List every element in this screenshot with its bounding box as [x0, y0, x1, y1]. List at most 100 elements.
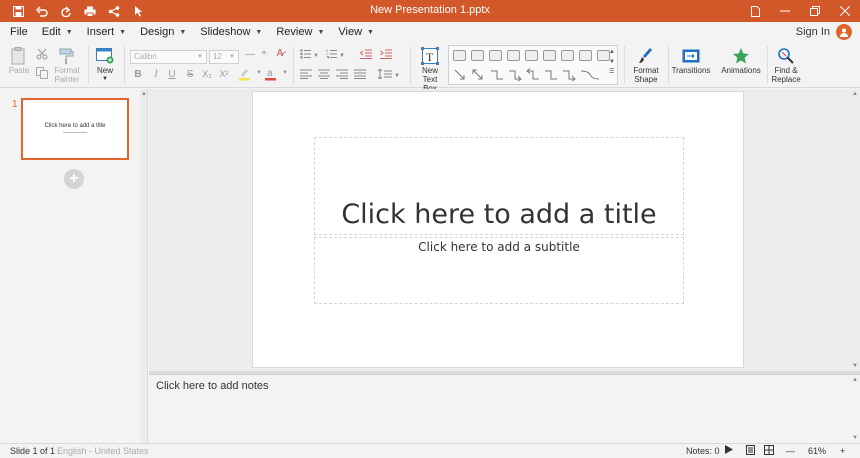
find-replace-button[interactable]: Find & Replace: [771, 46, 801, 84]
notes-count[interactable]: Notes: 0: [686, 446, 720, 456]
share-icon[interactable]: [102, 0, 126, 22]
format-shape-button[interactable]: Format Shape: [630, 46, 662, 84]
numbered-list-icon[interactable]: ▼: [326, 49, 344, 59]
scroll-up-icon[interactable]: ▲: [852, 91, 858, 97]
justify-icon[interactable]: [354, 69, 366, 79]
font-color-icon[interactable]: a: [264, 67, 278, 81]
highlight-icon[interactable]: [238, 67, 252, 81]
bullet-list-icon[interactable]: ▼: [300, 49, 318, 59]
cut-icon[interactable]: [36, 48, 48, 60]
new-slide-button[interactable]: New ▼: [94, 46, 116, 84]
rectangle-shape-icon[interactable]: [471, 50, 484, 61]
rectangle-shape-icon[interactable]: [561, 50, 574, 61]
quick-access-toolbar: [0, 0, 150, 22]
copy-icon[interactable]: [36, 67, 48, 79]
zoom-in-icon[interactable]: +: [840, 446, 845, 456]
animations-button[interactable]: Animations: [721, 46, 761, 75]
strikethrough-icon[interactable]: S: [183, 69, 197, 80]
decrease-font-icon[interactable]: —: [243, 49, 257, 60]
notes-placeholder[interactable]: Click here to add notes: [156, 380, 269, 392]
new-text-box-button[interactable]: T New Text Box: [415, 46, 445, 93]
divider: [124, 46, 125, 84]
zoom-level[interactable]: 61%: [808, 446, 826, 456]
menu-file-label: File: [10, 26, 28, 38]
rectangle-shape-icon[interactable]: [525, 50, 538, 61]
subscript-icon[interactable]: X₂: [200, 69, 214, 79]
format-painter-label-2: Painter: [54, 75, 80, 84]
menu-view[interactable]: View ▼: [338, 26, 374, 38]
font-size-select[interactable]: 12 ▼: [209, 50, 239, 64]
transitions-button[interactable]: Transitions: [672, 46, 710, 75]
slide-panel-scrollbar[interactable]: ▲: [140, 89, 147, 443]
divider: [668, 46, 669, 84]
menu-design[interactable]: Design ▼: [140, 26, 186, 38]
minimize-button[interactable]: [770, 0, 800, 22]
rectangle-shape-icon[interactable]: [597, 50, 610, 61]
play-icon[interactable]: [725, 445, 733, 456]
align-right-icon[interactable]: [336, 69, 348, 79]
notes-pane[interactable]: Click here to add notes ▲ ▼: [149, 374, 860, 443]
menu-insert[interactable]: Insert ▼: [87, 26, 126, 38]
chevron-down-icon: ▼: [102, 76, 108, 82]
divider: [293, 46, 294, 84]
scroll-down-icon[interactable]: ▼: [852, 363, 858, 369]
divider: [624, 46, 625, 84]
menu-design-label: Design: [140, 26, 175, 38]
file-icon[interactable]: [740, 0, 770, 22]
rectangle-shape-icon[interactable]: [507, 50, 520, 61]
rectangle-shape-icon[interactable]: [579, 50, 592, 61]
slide-thumbnail[interactable]: Click here to add a title: [21, 98, 129, 160]
normal-view-icon[interactable]: [746, 445, 755, 457]
add-slide-button[interactable]: +: [64, 169, 84, 189]
menu-file[interactable]: File: [10, 26, 28, 38]
plus-icon: +: [69, 170, 79, 187]
sign-in-button[interactable]: Sign In: [796, 24, 852, 40]
paste-label: Paste: [8, 66, 30, 75]
title-placeholder[interactable]: Click here to add a title: [314, 137, 684, 235]
scroll-up-icon[interactable]: ▲: [141, 91, 147, 97]
zoom-out-icon[interactable]: —: [786, 446, 795, 456]
align-center-icon[interactable]: [318, 69, 330, 79]
rectangle-shape-icon[interactable]: [489, 50, 502, 61]
increase-indent-icon[interactable]: [380, 49, 392, 59]
clear-format-icon[interactable]: A̷: [273, 48, 287, 59]
chevron-down-icon: ▼: [65, 28, 73, 36]
rectangle-shape-icon[interactable]: [543, 50, 556, 61]
underline-icon[interactable]: U: [165, 69, 179, 80]
undo-icon[interactable]: [30, 0, 54, 22]
print-icon[interactable]: [78, 0, 102, 22]
close-button[interactable]: [830, 0, 860, 22]
shapes-gallery[interactable]: ▲ ▼ ☰: [448, 45, 618, 85]
language-indicator[interactable]: English - United States: [57, 446, 149, 456]
superscript-icon[interactable]: X²: [217, 69, 231, 79]
notes-scrollbar[interactable]: ▲ ▼: [850, 375, 860, 443]
editor-scrollbar[interactable]: ▲ ▼: [850, 89, 860, 371]
italic-icon[interactable]: I: [149, 69, 163, 80]
align-left-icon[interactable]: [300, 69, 312, 79]
redo-icon[interactable]: [54, 0, 78, 22]
pointer-icon[interactable]: [126, 0, 150, 22]
menu-edit[interactable]: Edit ▼: [42, 26, 73, 38]
paste-button[interactable]: Paste: [8, 46, 30, 75]
line-spacing-icon[interactable]: ▼: [378, 69, 400, 79]
slide-sorter-icon[interactable]: [764, 445, 774, 457]
menu-slideshow[interactable]: Slideshow ▼: [200, 26, 262, 38]
scroll-up-icon[interactable]: ▲: [852, 377, 858, 383]
decrease-indent-icon[interactable]: [360, 49, 372, 59]
bold-icon[interactable]: B: [131, 69, 145, 80]
rectangle-shape-icon[interactable]: [453, 50, 466, 61]
font-name-select[interactable]: Calibri ▼: [130, 50, 207, 64]
subtitle-placeholder[interactable]: Click here to add a subtitle: [314, 237, 684, 304]
menu-review[interactable]: Review ▼: [276, 26, 324, 38]
save-icon[interactable]: [6, 0, 30, 22]
svg-text:a: a: [267, 68, 273, 79]
chevron-down-icon[interactable]: ▼: [278, 70, 292, 76]
gallery-scroll-icon[interactable]: ▲ ▼ ☰: [609, 47, 615, 77]
slide-canvas[interactable]: Click here to add a title Click here to …: [252, 91, 744, 368]
format-painter-button[interactable]: Format Painter: [52, 46, 82, 84]
restore-button[interactable]: [800, 0, 830, 22]
title-bar: New Presentation 1.pptx: [0, 0, 860, 22]
scroll-down-icon[interactable]: ▼: [852, 435, 858, 441]
connector-shapes-icon[interactable]: [453, 68, 603, 82]
increase-font-icon[interactable]: +: [257, 48, 271, 59]
